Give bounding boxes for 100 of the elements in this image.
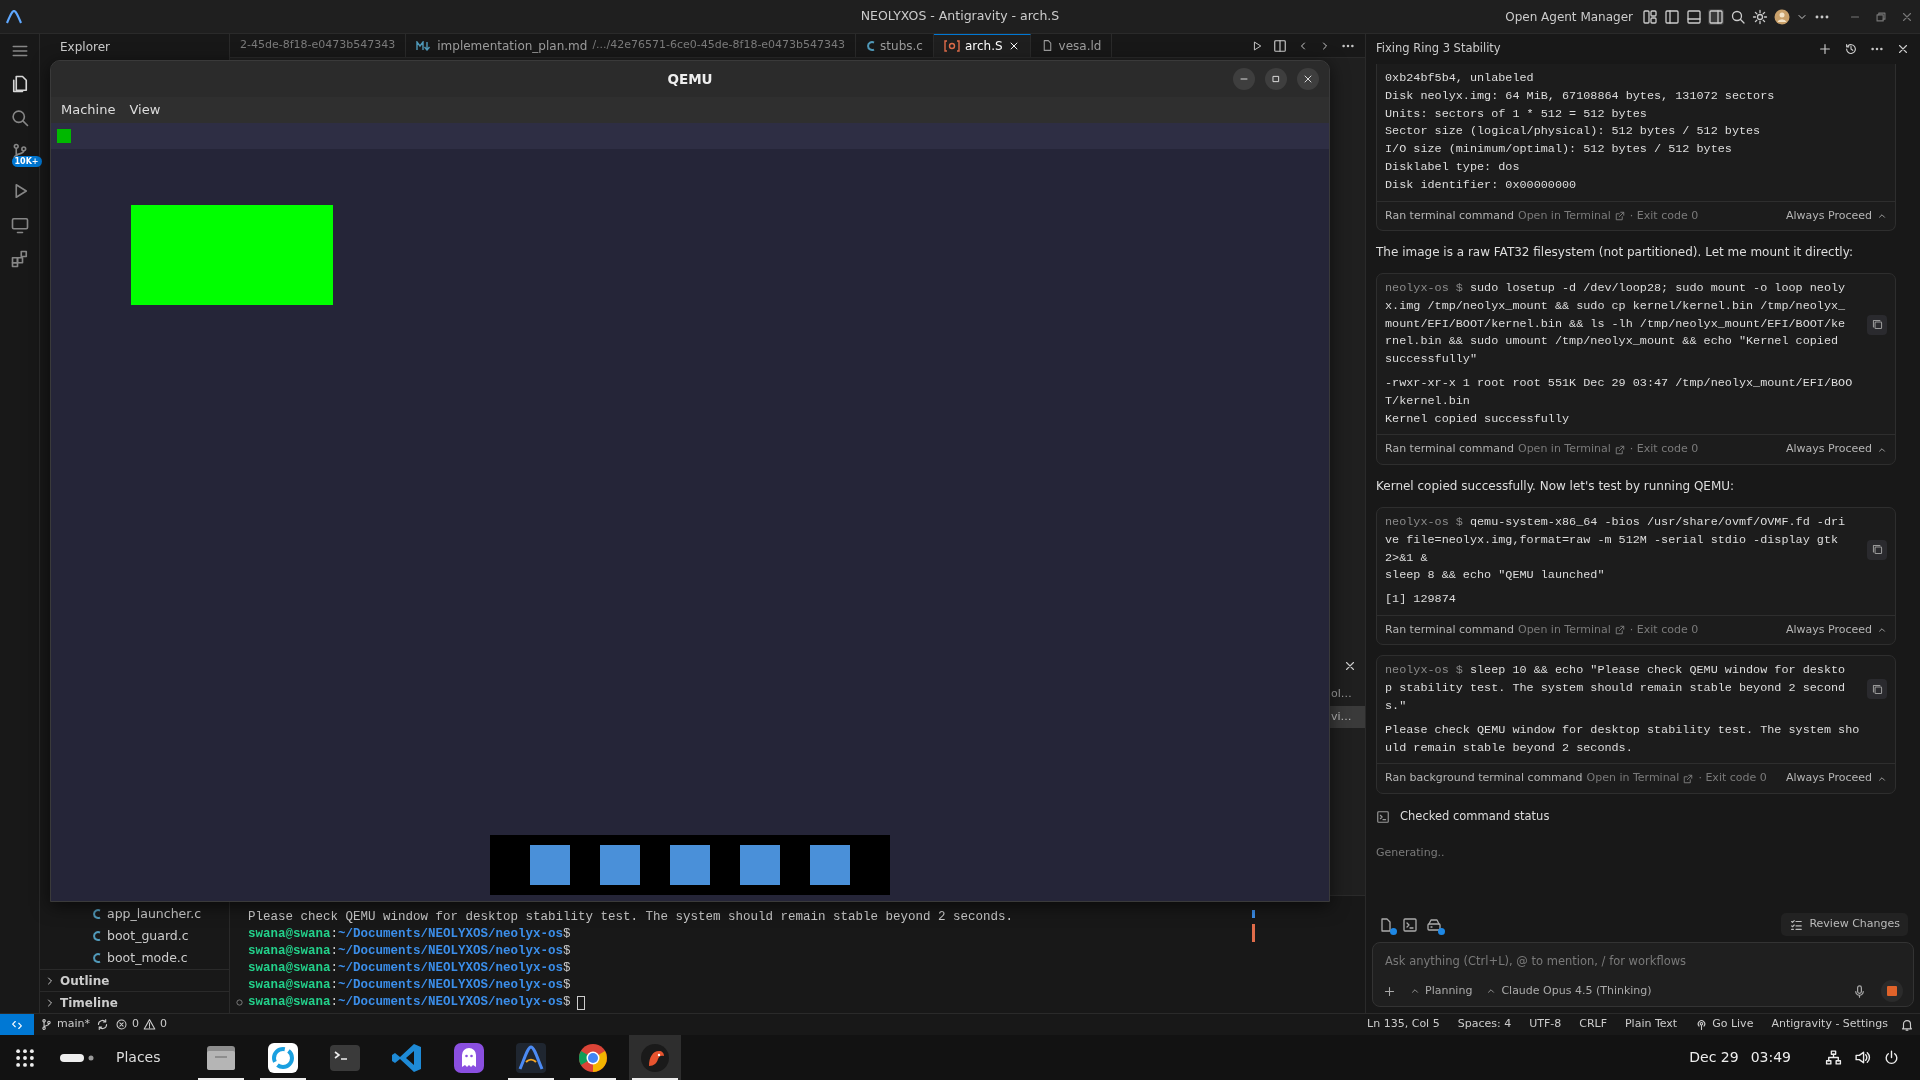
restore-icon[interactable] [1874,9,1888,24]
history-icon[interactable] [1844,42,1858,56]
copy-icon [1870,682,1884,696]
network-icon[interactable] [1825,1049,1842,1066]
power-icon[interactable] [1883,1049,1900,1066]
settings-icon[interactable] [1752,8,1768,25]
dock-tile[interactable] [670,845,710,885]
terminal-icon[interactable] [1402,916,1418,933]
footer-label: Ran background terminal command [1385,770,1583,787]
problems-button[interactable]: 0 0 [109,1016,173,1033]
stop-button[interactable] [1881,980,1903,1002]
open-terminal-link[interactable]: Open in Terminal [1517,441,1626,458]
proceed-button[interactable]: Always Proceed [1785,621,1887,639]
editor-tab[interactable]: arch.S [933,34,1031,57]
proceed-button[interactable]: Always Proceed [1785,441,1887,458]
status-item[interactable]: Go Live [1689,1016,1760,1033]
close-icon[interactable] [1896,42,1910,56]
add-icon[interactable] [1383,984,1396,998]
run-icon[interactable] [1251,39,1263,52]
workspace-indicator[interactable] [60,1052,96,1063]
command-text: neolyx-os $ sleep 10 && echo "Please check QEMU window for desktop stability test. The system should remain stable beyond 2 seconds." [1385,662,1847,716]
footer-label: Ran terminal command [1385,621,1514,638]
file-name: app_launcher.c [107,904,202,923]
close-icon[interactable] [1343,659,1357,673]
dock-tile[interactable] [600,845,640,885]
proceed-button[interactable]: Always Proceed [1785,770,1887,787]
clock[interactable]: Dec 29 03:49 [1683,1046,1797,1069]
file-icon[interactable] [1378,916,1394,933]
drive-icon[interactable] [1426,916,1442,933]
prompt-separator: : [330,960,339,977]
menu-item[interactable]: Machine [57,100,120,120]
browser-icon [576,1041,609,1074]
copy-button[interactable] [1867,314,1887,335]
places-button[interactable]: Places [110,1046,167,1069]
scroll-marker [1252,910,1255,918]
panel-toggle-icon[interactable] [1686,8,1702,25]
close-button[interactable] [1297,68,1319,90]
open-terminal-link[interactable]: Open in Terminal [1517,207,1626,225]
ring-app-icon [266,1041,299,1074]
sync-icon[interactable] [96,1018,109,1031]
external-link-icon [1613,624,1626,637]
file-item[interactable]: boot_guard.c [40,925,229,947]
file-item[interactable]: boot_mode.c [40,947,229,969]
sidebar-toggle-icon[interactable] [1664,8,1680,25]
search-icon[interactable] [9,108,30,128]
prompt-symbol: $ [563,943,571,960]
microphone-icon[interactable] [1852,983,1867,999]
prompt-user: swana@swana [248,960,331,977]
maximize-button[interactable] [1265,68,1287,90]
app-grid-icon[interactable] [14,1046,36,1069]
remote-button[interactable] [0,1013,34,1036]
status-circle-icon [236,999,243,1006]
notification-dot [1390,927,1397,935]
file-item[interactable]: app_launcher.c [40,903,229,925]
status-item[interactable]: CRLF [1573,1016,1613,1033]
remote-explorer-icon[interactable] [9,215,30,235]
volume-icon[interactable] [1854,1049,1871,1066]
layout-icon[interactable] [1642,8,1658,25]
prompt-separator: : [330,926,339,943]
chat-input[interactable]: Ask anything (Ctrl+L), @ to mention, / for workflows [1383,948,1903,974]
open-terminal-link[interactable]: Open in Terminal [1517,621,1626,639]
status-item[interactable]: UTF-8 [1523,1016,1568,1033]
avatar-icon[interactable] [1774,8,1790,25]
dock-tile[interactable] [530,845,570,885]
dock-tile[interactable] [740,845,780,885]
notification-icon[interactable] [1900,1017,1914,1032]
review-changes-button[interactable]: Review Changes [1781,913,1908,936]
add-icon[interactable] [1818,42,1832,56]
split-editor-icon[interactable] [1273,38,1287,53]
prompt-symbol: $ [563,977,571,994]
branch-button[interactable]: main* [34,1016,96,1033]
open-terminal-link[interactable]: Open in Terminal [1586,770,1695,787]
tab-label: implementation_plan.md [437,37,588,55]
proceed-button[interactable]: Always Proceed [1785,207,1887,225]
taskbar-app-button[interactable] [628,1035,681,1080]
mode-dropdown[interactable]: Planning [1410,982,1473,1000]
section-label: Timeline [60,994,118,1012]
command-output: I/O size (minimum/optimal): 512 bytes / 512 bytes [1385,141,1733,159]
status-item[interactable]: Antigravity - Settings [1765,1016,1894,1033]
copy-button[interactable] [1867,539,1887,560]
extensions-icon[interactable] [9,249,30,269]
list-item[interactable]: vi… [1329,705,1365,728]
status-item[interactable]: Spaces: 4 [1451,1016,1518,1033]
section-label: Outline [60,972,110,990]
dock-tile[interactable] [810,845,850,885]
status-item[interactable]: Ln 135, Col 5 [1361,1016,1446,1033]
list-item[interactable]: ol… [1329,683,1365,706]
model-dropdown[interactable]: Claude Opus 4.5 (Thinking) [1486,982,1652,1000]
section-header[interactable]: Outline [40,969,229,991]
indicator-square [57,129,71,143]
search-icon[interactable] [1730,8,1746,25]
agent-manager-button[interactable]: Open Agent Manager [1502,7,1636,26]
chat-composer[interactable]: Ask anything (Ctrl+L), @ to mention, / for workflows Planning Claude Opus 4.5 (Thinking) [1372,941,1914,1007]
minimize-button[interactable] [1233,68,1255,90]
prompt-user: swana@swana [248,977,331,994]
status-item[interactable]: Plain Text [1619,1016,1684,1033]
menu-item[interactable]: View [125,100,165,120]
copy-button[interactable] [1867,679,1887,700]
tab-label: vesa.ld [1058,37,1102,55]
secondary-sidebar-icon[interactable] [1708,8,1724,25]
